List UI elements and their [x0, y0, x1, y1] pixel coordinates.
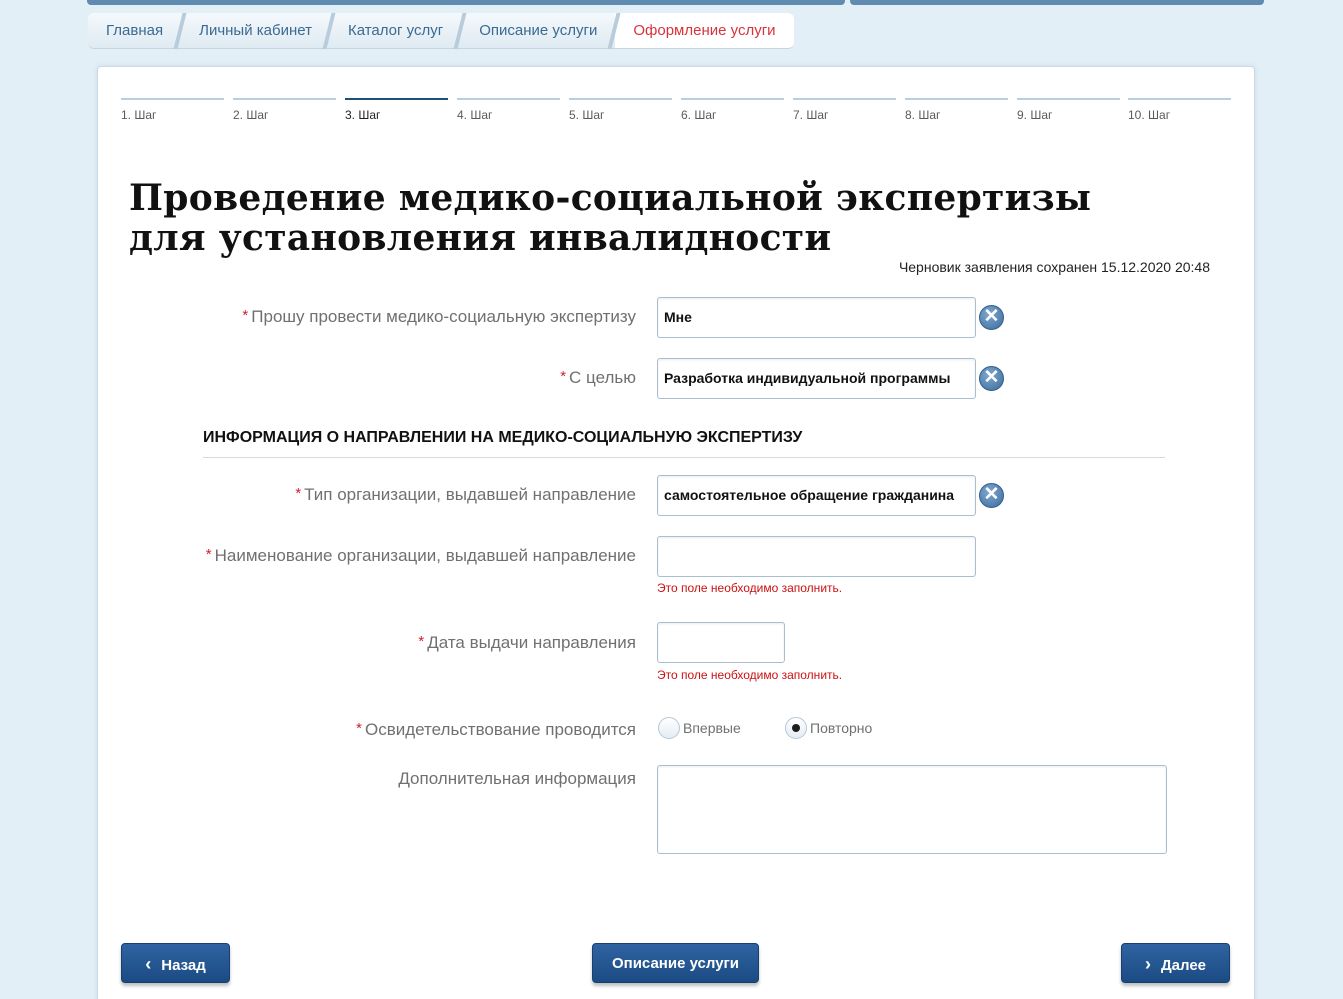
label-text: Тип организации, выдавшей направление — [304, 485, 636, 504]
step-5[interactable]: 5. Шаг — [569, 98, 672, 122]
page-title: Проведение медико-социальной экспертизы … — [129, 177, 1092, 259]
draft-saved-status: Черновик заявления сохранен 15.12.2020 2… — [898, 259, 1210, 275]
step-label: 7. Шаг — [793, 108, 829, 122]
label-text: С целью — [569, 368, 636, 387]
label-text: Дата выдачи направления — [427, 633, 636, 652]
clear-purpose-icon[interactable]: ✕ — [979, 366, 1004, 391]
step-label: 5. Шаг — [569, 108, 605, 122]
org-type-select[interactable]: самостоятельное обращение гражданина — [657, 475, 976, 516]
additional-info-label: Дополнительная информация — [398, 769, 636, 788]
org-type-label: * Тип организации, выдавшей направление — [295, 485, 636, 505]
step-label: 3. Шаг — [345, 108, 381, 122]
service-description-button[interactable]: Описание услуги — [592, 943, 759, 983]
next-button-label: Далее — [1160, 957, 1207, 974]
org-name-input[interactable] — [657, 536, 976, 577]
chevron-left-icon: ‹ — [145, 954, 152, 974]
step-label: 6. Шаг — [681, 108, 717, 122]
section-title-referral: ИНФОРМАЦИЯ О НАПРАВЛЕНИИ НА МЕДИКО-СОЦИА… — [203, 429, 1165, 458]
radio-repeat-label[interactable]: Повторно — [810, 720, 872, 736]
step-3-current[interactable]: 3. Шаг — [345, 98, 448, 122]
label-text: Освидетельствование проводится — [364, 720, 636, 739]
next-button[interactable]: › Далее — [1121, 943, 1230, 983]
step-label: 10. Шаг — [1128, 108, 1171, 122]
chevron-right-icon: › — [1144, 954, 1151, 974]
step-label: 9. Шаг — [1017, 108, 1053, 122]
top-strip-right — [850, 0, 1264, 5]
referral-date-error: Это поле необходимо заполнить. — [657, 668, 843, 682]
examination-label: * Освидетельствование проводится — [356, 720, 636, 740]
clear-org-type-icon[interactable]: ✕ — [979, 483, 1004, 508]
step-6[interactable]: 6. Шаг — [681, 98, 784, 122]
org-name-error: Это поле необходимо заполнить. — [657, 581, 843, 595]
step-4[interactable]: 4. Шаг — [457, 98, 560, 122]
label-text: Прошу провести медико-социальную эксперт… — [251, 307, 636, 326]
back-button[interactable]: ‹ Назад — [121, 943, 230, 983]
step-2[interactable]: 2. Шаг — [233, 98, 336, 122]
step-label: 4. Шаг — [457, 108, 493, 122]
required-mark: * — [356, 720, 362, 737]
purpose-select[interactable]: Разработка индивидуальной программы — [657, 358, 976, 399]
clear-request-for-icon[interactable]: ✕ — [979, 305, 1004, 330]
label-text: Наименование организации, выдавшей напра… — [214, 546, 636, 565]
step-9[interactable]: 9. Шаг — [1017, 98, 1120, 122]
step-7[interactable]: 7. Шаг — [793, 98, 896, 122]
request-for-label: * Прошу провести медико-социальную экспер… — [242, 307, 636, 327]
radio-first-time[interactable] — [658, 717, 680, 739]
breadcrumb-home[interactable]: Главная — [88, 13, 182, 49]
breadcrumb-service-catalog[interactable]: Каталог услуг — [329, 13, 462, 49]
breadcrumb-personal-account[interactable]: Личный кабинет — [181, 13, 330, 49]
step-10[interactable]: 10. Шаг — [1128, 98, 1231, 122]
step-label: 8. Шаг — [905, 108, 941, 122]
breadcrumb-service-description[interactable]: Описание услуги — [461, 13, 616, 49]
required-mark: * — [418, 633, 425, 650]
top-strip-left — [87, 0, 845, 5]
required-mark: * — [295, 485, 302, 502]
org-name-label: * Наименование организации, выдавшей напр… — [206, 546, 636, 566]
required-mark: * — [205, 546, 212, 563]
required-mark: * — [242, 307, 249, 324]
additional-info-textarea[interactable] — [657, 765, 1167, 854]
step-label: 2. Шаг — [233, 108, 269, 122]
required-mark: * — [560, 368, 567, 385]
back-button-label: Назад — [161, 957, 206, 974]
purpose-label: * С целью — [560, 368, 636, 388]
request-for-select[interactable]: Мне — [657, 297, 976, 338]
breadcrumb: Главная Личный кабинет Каталог услуг Опи… — [88, 13, 794, 49]
step-label: 1. Шаг — [121, 108, 157, 122]
step-8[interactable]: 8. Шаг — [905, 98, 1008, 122]
referral-date-input[interactable] — [657, 622, 785, 663]
referral-date-label: * Дата выдачи направления — [418, 633, 636, 653]
step-1[interactable]: 1. Шаг — [121, 98, 224, 122]
radio-first-time-label[interactable]: Впервые — [683, 720, 741, 736]
radio-repeat[interactable] — [785, 717, 807, 739]
breadcrumb-current: Оформление услуги — [615, 13, 794, 49]
